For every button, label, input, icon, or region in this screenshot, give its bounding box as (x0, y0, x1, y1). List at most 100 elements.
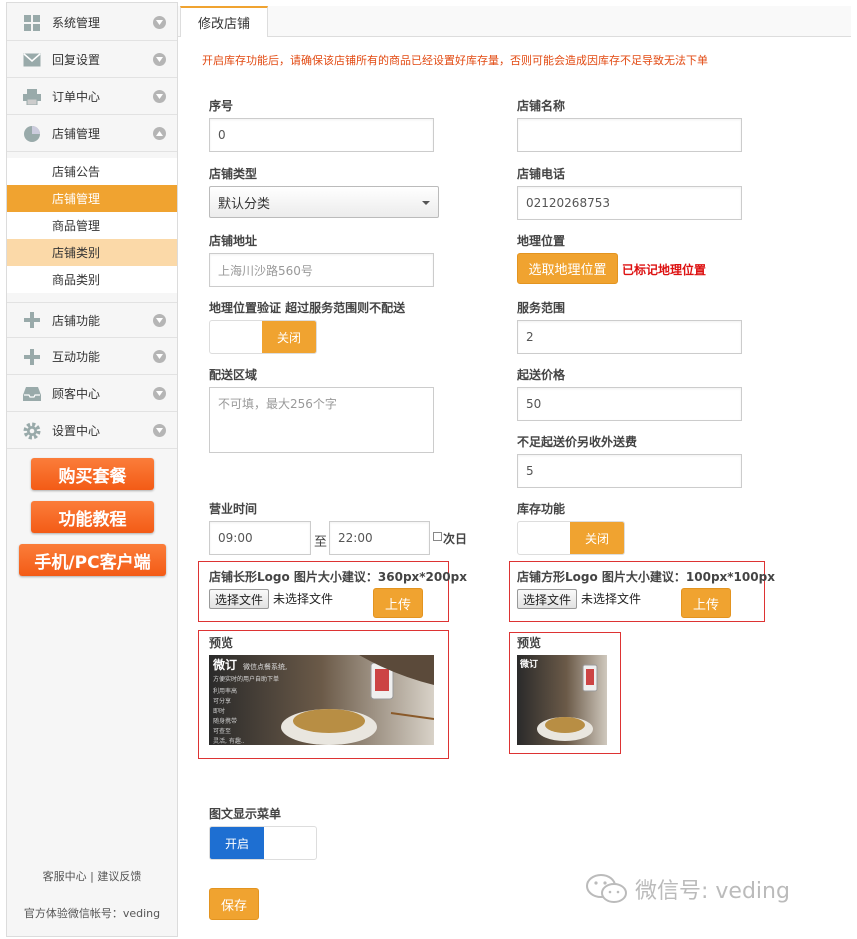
name-label: 店铺名称 (517, 99, 566, 113)
plus-icon (22, 347, 42, 367)
range-label: 服务范围 (517, 301, 566, 315)
buy-package-button[interactable]: 购买套餐 (31, 458, 154, 490)
address-input[interactable]: 上海川沙路560号 (209, 253, 434, 287)
phone-input[interactable]: 02120268753 (517, 186, 742, 220)
geo-label: 地理位置 (517, 234, 566, 248)
next-day-checkbox[interactable] (433, 532, 442, 541)
chevron-down-icon (153, 313, 166, 327)
shop-type-select[interactable]: 默认分类 (209, 186, 439, 218)
svg-text:可查至: 可查至 (213, 727, 231, 735)
plus-icon (22, 310, 42, 330)
sidebar-item-label: 系统管理 (52, 16, 101, 30)
hours-start-input[interactable]: 09:00 (209, 521, 311, 555)
pick-location-button[interactable]: 选取地理位置 (517, 253, 618, 284)
sidebar-item-reply[interactable]: 回复设置 (7, 42, 177, 78)
min-price-label: 起送价格 (517, 368, 566, 382)
geo-verify-label: 地理位置验证 超过服务范围则不配送 (209, 301, 406, 315)
save-button[interactable]: 保存 (209, 888, 259, 920)
wechat-icon (586, 874, 627, 903)
svg-text:方便实时的用户自助下单: 方便实时的用户自助下单 (213, 675, 279, 683)
tab-edit-shop[interactable]: 修改店铺 (180, 6, 268, 37)
square-logo-preview-image: 微订 (517, 655, 607, 745)
chevron-down-icon (153, 16, 166, 29)
sidebar-sub-shop-manage[interactable]: 店铺管理 (7, 185, 177, 212)
long-preview-label: 预览 (209, 636, 234, 650)
phone-label: 店铺电话 (517, 167, 566, 181)
mail-icon (22, 50, 42, 70)
long-logo-preview-image: 微订 微信点餐系统, 方便实时的用户自助下单 利用率高 可分享 即时 随身携带 … (209, 655, 434, 745)
geo-verify-toggle[interactable]: 关闭 (209, 320, 317, 354)
sidebar-item-settings[interactable]: 设置中心 (7, 413, 177, 449)
stock-toggle[interactable]: 关闭 (517, 521, 625, 555)
geo-status: 已标记地理位置 (622, 263, 707, 277)
sidebar-item-orders[interactable]: 订单中心 (7, 79, 177, 115)
extra-fee-input[interactable]: 5 (517, 454, 742, 488)
range-input[interactable]: 2 (517, 320, 742, 354)
svg-text:即时: 即时 (213, 707, 225, 715)
sidebar-item-shop-functions[interactable]: 店铺功能 (7, 302, 177, 338)
grid-icon (22, 13, 42, 33)
long-logo-file-status: 未选择文件 (273, 592, 334, 606)
sidebar-item-customers[interactable]: 顾客中心 (7, 376, 177, 412)
hours-separator: 至 (314, 535, 328, 550)
hours-label: 营业时间 (209, 502, 258, 516)
toggle-state: 关闭 (570, 522, 624, 554)
next-day-label: 次日 (443, 532, 468, 546)
printer-icon (22, 87, 42, 107)
chevron-down-icon (153, 387, 166, 400)
seq-label: 序号 (209, 99, 234, 113)
svg-text:灵活, 有趣..: 灵活, 有趣.. (213, 737, 245, 745)
support-links[interactable]: 客服中心 | 建议反馈 (7, 868, 177, 884)
sidebar-item-label: 订单中心 (52, 90, 101, 104)
watermark-text: 微信号: veding (635, 879, 790, 904)
square-logo-choose-file[interactable]: 选择文件 (517, 589, 577, 609)
svg-text:可分享: 可分享 (213, 697, 231, 705)
svg-text:随身携带: 随身携带 (213, 717, 237, 725)
sidebar-item-label: 顾客中心 (52, 387, 101, 401)
long-logo-upload-button[interactable]: 上传 (373, 588, 423, 618)
sidebar: 系统管理 回复设置 订单中心 店铺管理 店铺公告 店铺管理 商品管理 店铺类别 … (6, 2, 178, 937)
gear-icon (22, 421, 42, 441)
sidebar-item-label: 互动功能 (52, 350, 101, 364)
type-label: 店铺类型 (209, 167, 258, 181)
sidebar-item-label: 回复设置 (52, 53, 101, 67)
name-input[interactable] (517, 118, 742, 152)
square-logo-label: 店铺方形Logo 图片大小建议：100px*100px (517, 570, 775, 584)
wechat-watermark: 微信号: veding (585, 872, 790, 906)
official-account: 官方体验微信帐号：veding (23, 907, 161, 920)
sidebar-item-shop[interactable]: 店铺管理 (7, 116, 177, 152)
tab-bar: 修改店铺 (178, 6, 851, 37)
shop-type-value: 默认分类 (218, 196, 271, 212)
address-label: 店铺地址 (209, 234, 258, 248)
chevron-up-icon (153, 127, 166, 140)
extra-fee-label: 不足起送价另收外送费 (517, 435, 638, 449)
sidebar-item-system[interactable]: 系统管理 (7, 5, 177, 41)
long-logo-label: 店铺长形Logo 图片大小建议：360px*200px (209, 570, 467, 584)
long-logo-choose-file[interactable]: 选择文件 (209, 589, 269, 609)
seq-input[interactable]: 0 (209, 118, 434, 152)
sidebar-item-label: 店铺功能 (52, 313, 101, 328)
chevron-down-icon (153, 53, 166, 66)
page: 系统管理 回复设置 订单中心 店铺管理 店铺公告 店铺管理 商品管理 店铺类别 … (0, 0, 857, 939)
sidebar-sub-product-category[interactable]: 商品类别 (7, 266, 177, 293)
tutorial-button[interactable]: 功能教程 (31, 501, 154, 533)
sidebar-sub-shop-category[interactable]: 店铺类别 (7, 239, 177, 266)
sidebar-sub-products[interactable]: 商品管理 (7, 212, 177, 239)
inbox-icon (22, 384, 42, 404)
caret-down-icon (422, 201, 430, 205)
stock-notice: 开启库存功能后，请确保该店铺所有的商品已经设置好库存量，否则可能会造成因库存不足… (202, 54, 708, 67)
square-logo-file-status: 未选择文件 (581, 592, 642, 606)
client-download-button[interactable]: 手机/PC客户端 (19, 544, 166, 576)
square-logo-upload-button[interactable]: 上传 (681, 588, 731, 618)
hours-end-input[interactable]: 22:00 (329, 521, 430, 555)
min-price-input[interactable]: 50 (517, 387, 742, 421)
sidebar-sub-announce[interactable]: 店铺公告 (7, 158, 177, 185)
preview-title: 微订 (212, 657, 237, 672)
sidebar-item-label: 店铺管理 (52, 127, 101, 141)
chevron-down-icon (153, 424, 166, 437)
area-textarea[interactable]: 不可填，最大256个字 (209, 387, 434, 453)
toggle-state: 关闭 (262, 321, 316, 353)
menu-display-toggle[interactable]: 开启 (209, 826, 317, 860)
menu-display-label: 图文显示菜单 (209, 807, 282, 821)
sidebar-item-interact[interactable]: 互动功能 (7, 339, 177, 375)
